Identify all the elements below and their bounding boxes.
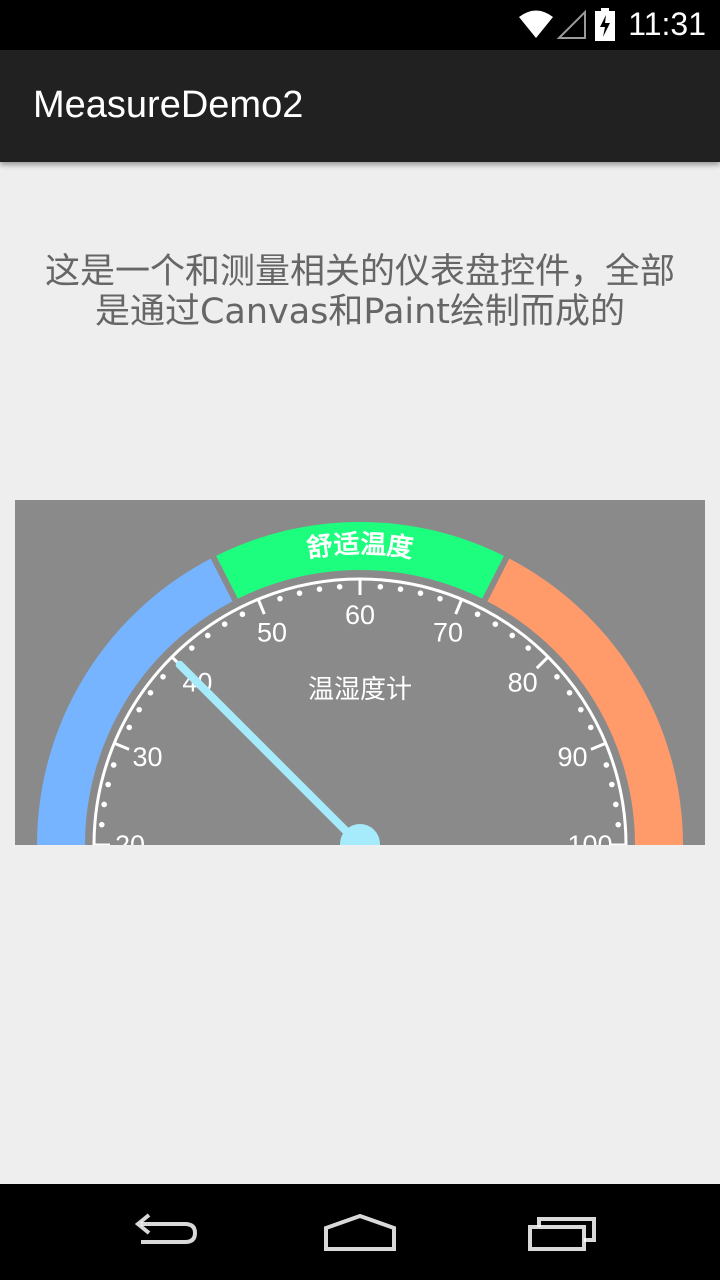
scale-tick-dot [397,586,404,592]
scale-tick-dot [377,583,384,590]
scale-tick-dot [316,586,323,592]
scale-tick-dot [188,645,195,651]
scale-tick-dot [296,590,303,596]
scale-label-30: 30 [132,742,162,772]
recents-button[interactable] [515,1202,605,1262]
scale-tick-dot [110,762,117,768]
scale-tick-dot [492,621,499,627]
description-line-2: 是通过Canvas和Paint绘制而成的 [94,292,626,332]
navigation-bar [0,1184,720,1280]
scale-tick-dot [277,595,283,602]
scale-tick-dot [336,583,343,590]
scale-major-tick [256,598,266,615]
scale-tick-dot [615,821,622,828]
scale-major-tick [454,598,464,615]
scale-tick-dot [98,821,105,828]
scale-major-tick [535,655,550,670]
description-text: 这是一个和测量相关的仪表盘控件，全部 是通过Canvas和Paint绘制而成的 [0,252,720,332]
scale-tick-dot [613,801,619,808]
scale-tick-dot [204,632,211,639]
scale-tick-dot [509,632,516,639]
wifi-icon [519,10,553,38]
home-icon [324,1213,396,1251]
gauge-title: 温湿度计 [308,675,412,705]
scale-tick-dot [126,724,133,731]
scale-major-tick [113,741,130,751]
scale-tick-dot [160,673,166,680]
gauge-dial: 2030405060708090100舒适温度温湿度计 [15,500,705,845]
scale-tick-dot [578,706,584,713]
scale-tick-dot [147,689,154,696]
scale-tick-dot [525,645,532,651]
back-icon [134,1213,198,1244]
scale-tick-dot [417,590,424,596]
scale-label-80: 80 [508,667,538,697]
scale-label-90: 90 [557,742,587,772]
status-time: 11:31 [628,6,706,42]
scale-label-50: 50 [257,618,287,648]
action-bar: MeasureDemo2 [0,50,720,162]
scale-major-tick [590,741,607,751]
home-button[interactable] [315,1202,405,1262]
app-title: MeasureDemo2 [33,84,304,126]
scale-tick-dot [437,595,443,602]
status-bar: 11:31 [0,0,720,50]
scale-tick-dot [136,706,142,713]
scale-tick-dot [221,621,228,627]
battery-charging-icon [595,8,615,41]
scale-tick-dot [603,762,610,768]
scale-tick-dot [554,673,560,680]
scale-tick-dot [587,724,594,731]
scale-label-20: 20 [115,830,145,845]
scale-label-70: 70 [433,618,463,648]
scale-tick-dot [105,781,111,788]
scale-tick-dot [474,611,481,618]
recents-icon [528,1217,596,1251]
scale-label-100: 100 [567,830,612,845]
signal-icon [556,9,586,39]
scale-tick-dot [239,611,246,618]
scale-label-60: 60 [345,600,375,630]
scale-tick-dot [609,781,615,788]
gauge-canvas: 2030405060708090100舒适温度温湿度计 [37,522,683,845]
scale-tick-dot [566,689,573,696]
back-button[interactable] [115,1202,205,1262]
scale-tick-dot [101,801,107,808]
description-line-1: 这是一个和测量相关的仪表盘控件，全部 [44,252,675,292]
